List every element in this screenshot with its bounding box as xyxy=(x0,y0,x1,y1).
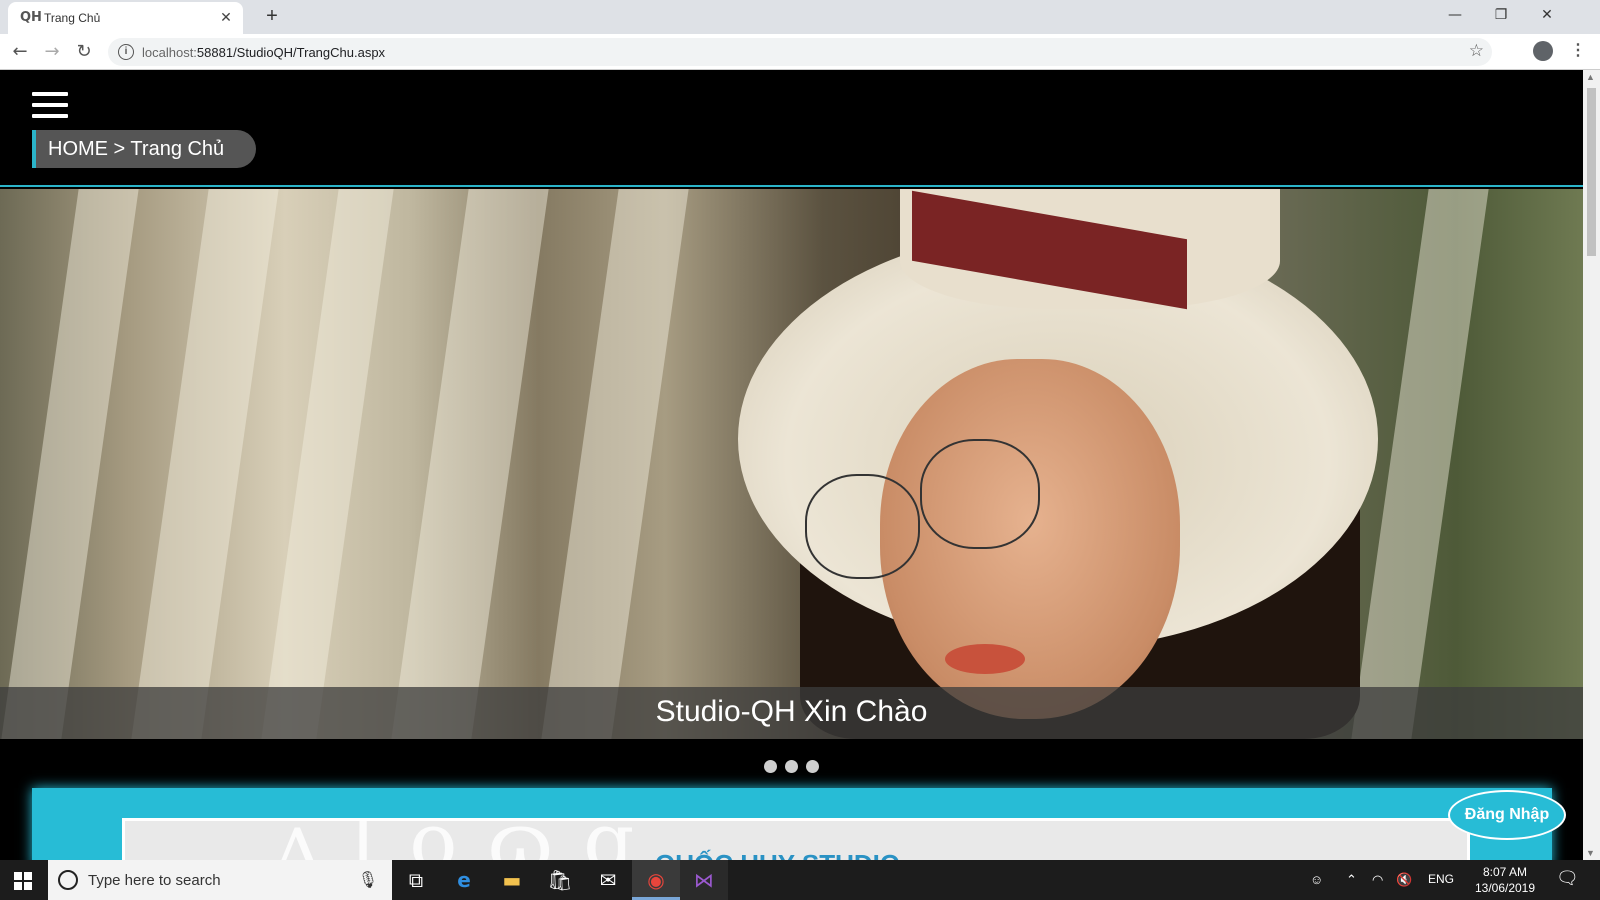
close-window-icon[interactable]: ✕ xyxy=(1524,0,1570,30)
bookmark-star-icon[interactable]: ☆ xyxy=(1469,41,1484,61)
hero-slide-image: Studio-QH Xin Chào xyxy=(0,189,1583,739)
store-icon[interactable]: 🛍 xyxy=(536,860,584,900)
microphone-icon[interactable]: 🎙 xyxy=(358,870,378,890)
mail-icon[interactable]: ✉ xyxy=(584,860,632,900)
studio-banner: ʌɭoɷɑ QUỐC HUY STUDIO xyxy=(122,818,1470,860)
windows-start-icon[interactable] xyxy=(14,872,32,890)
windows-taskbar: Type here to search 🎙 ⧉ e ▬ 🛍 ✉ ◉ ⋈ ☺ ⌃ … xyxy=(0,860,1600,900)
file-explorer-icon[interactable]: ▬ xyxy=(488,860,536,900)
minimize-icon[interactable]: — xyxy=(1432,0,1478,30)
browser-toolbar: ← → ↻ i localhost:58881/StudioQH/TrangCh… xyxy=(0,34,1600,70)
slide-caption-bar: Studio-QH Xin Chào xyxy=(0,687,1583,739)
slide-dot[interactable] xyxy=(806,760,819,773)
reload-icon[interactable]: ↻ xyxy=(72,40,96,64)
profile-icon[interactable] xyxy=(1533,41,1553,61)
cortana-icon xyxy=(58,870,78,890)
tab-close-icon[interactable]: ✕ xyxy=(217,8,235,26)
content-panel: ʌɭoɷɑ QUỐC HUY STUDIO xyxy=(32,788,1552,860)
favicon-icon: QH xyxy=(20,10,42,25)
forward-icon[interactable]: → xyxy=(40,40,64,64)
page-viewport: HOME > Trang Chủ Studio-QH Xin Chào ʌɭoɷ… xyxy=(0,70,1583,860)
banner-decoration: ʌɭoɷɑ xyxy=(275,821,664,860)
address-bar[interactable]: i localhost:58881/StudioQH/TrangChu.aspx… xyxy=(108,38,1492,66)
people-icon[interactable]: ☺ xyxy=(1310,872,1323,887)
browser-menu-icon[interactable]: ⋮ xyxy=(1570,40,1586,60)
notification-count: 1 xyxy=(1564,873,1570,883)
language-indicator[interactable]: ENG xyxy=(1428,872,1454,886)
info-icon[interactable]: i xyxy=(118,44,134,60)
page-scrollbar[interactable]: ▲ ▼ xyxy=(1583,70,1600,860)
studio-title: QUỐC HUY STUDIO xyxy=(655,849,900,860)
slide-dot[interactable] xyxy=(764,760,777,773)
slide-dot[interactable] xyxy=(785,760,798,773)
edge-icon[interactable]: e xyxy=(440,860,488,900)
slide-indicators xyxy=(0,760,1583,773)
clock-time: 8:07 AM xyxy=(1482,865,1528,879)
clock-date: 13/06/2019 xyxy=(1474,881,1536,895)
search-placeholder: Type here to search xyxy=(88,872,221,889)
wifi-icon[interactable]: ◠ xyxy=(1372,872,1383,888)
back-icon[interactable]: ← xyxy=(8,40,32,64)
breadcrumb[interactable]: HOME > Trang Chủ xyxy=(32,130,257,168)
url-text[interactable]: localhost:58881/StudioQH/TrangChu.aspx xyxy=(142,45,385,60)
browser-tabstrip: QH Trang Chủ ✕ + — ❐ ✕ xyxy=(0,0,1600,34)
action-center-icon[interactable]: 🗨 1 xyxy=(1556,868,1579,889)
task-view-icon[interactable]: ⧉ xyxy=(392,860,440,900)
chrome-icon[interactable]: ◉ xyxy=(632,860,680,900)
taskbar-search[interactable]: Type here to search 🎙 xyxy=(48,860,392,900)
browser-tab[interactable]: QH Trang Chủ ✕ xyxy=(8,2,243,34)
scroll-up-icon[interactable]: ▲ xyxy=(1586,72,1595,82)
restore-icon[interactable]: ❐ xyxy=(1478,0,1524,30)
scroll-down-icon[interactable]: ▼ xyxy=(1586,848,1595,858)
site-header: HOME > Trang Chủ xyxy=(0,70,1583,187)
slide-caption: Studio-QH Xin Chào xyxy=(655,695,928,728)
scroll-thumb[interactable] xyxy=(1587,88,1596,256)
tab-title: Trang Chủ xyxy=(44,11,101,25)
login-button[interactable]: Đăng Nhập xyxy=(1448,790,1566,840)
new-tab-button[interactable]: + xyxy=(260,5,284,29)
tray-chevron-icon[interactable]: ⌃ xyxy=(1346,872,1357,888)
taskbar-clock[interactable]: 8:07 AM 13/06/2019 xyxy=(1470,864,1540,896)
hamburger-menu-icon[interactable] xyxy=(32,92,68,120)
volume-muted-icon[interactable]: 🔇 xyxy=(1396,872,1412,888)
visual-studio-icon[interactable]: ⋈ xyxy=(680,860,728,900)
